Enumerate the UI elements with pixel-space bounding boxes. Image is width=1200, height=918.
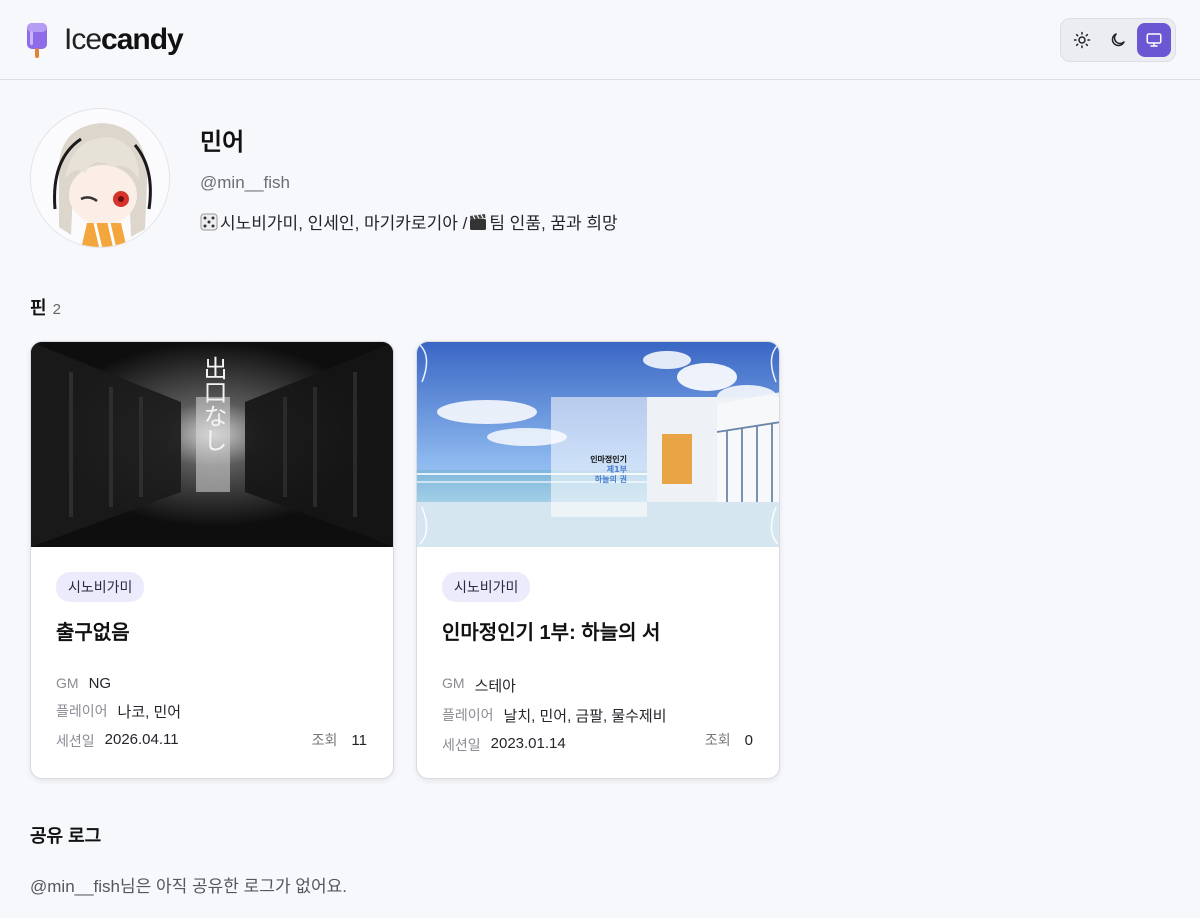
light-theme-button[interactable] [1065, 23, 1099, 57]
players-label: 플레이어 [442, 707, 494, 723]
players-label: 플레이어 [56, 703, 108, 719]
players-value: 나코, 민어 [117, 704, 182, 721]
dice-icon [200, 213, 218, 230]
clapperboard-icon [470, 213, 487, 230]
moon-icon [1111, 32, 1125, 46]
brand-home-link[interactable]: Icecandy [24, 21, 184, 59]
session-date-value: 2023.01.14 [490, 735, 566, 752]
gm-label: GM [442, 675, 465, 691]
theme-toggle [1060, 17, 1176, 62]
brand-name: Icecandy [64, 22, 184, 56]
monitor-icon [1146, 32, 1162, 47]
svg-text:하늘의 권: 하늘의 권 [595, 474, 627, 484]
thumbnail-title: 인마정인기 [590, 454, 627, 464]
profile-name: 민어 [200, 129, 245, 156]
session-date-label: 세션일 [442, 737, 481, 753]
pins-count: 2 [52, 301, 61, 318]
session-date-value: 2026.04.11 [104, 731, 179, 748]
dark-theme-button[interactable] [1101, 23, 1135, 57]
profile-handle: @min__fish [200, 173, 291, 192]
popsicle-icon [27, 22, 47, 58]
session-thumbnail: 出口なし [31, 342, 393, 547]
session-date-label: 세션일 [56, 733, 95, 749]
system-tag[interactable]: 시노비가미 [442, 572, 531, 602]
svg-text:제1부: 제1부 [607, 464, 628, 474]
session-card[interactable]: 出口なし 시노비가미 출구없음 GM NG 플레이어 나코, 민어 세션일 2026.… [30, 341, 394, 779]
bio-text-1: 시노비가미, 인세인, 마기카로기아 / [220, 214, 468, 233]
view-count: 조회 0 [704, 732, 753, 749]
shared-logs-heading: 공유 로그 [30, 826, 102, 846]
avatar [30, 108, 170, 248]
thumbnail-caption: 出口なし [199, 356, 227, 452]
gm-label: GM [56, 675, 79, 691]
session-title: 인마정인기 1부: 하늘의 서 [442, 622, 661, 644]
system-tag[interactable]: 시노비가미 [56, 572, 145, 602]
gm-value: NG [88, 675, 112, 692]
players-value: 날치, 민어, 금팔, 물수제비 [503, 708, 667, 725]
gm-value: 스테아 [474, 678, 516, 695]
shared-logs-empty-message: @min__fish님은 아직 공유한 로그가 없어요. [30, 877, 347, 896]
view-count: 조회 11 [311, 732, 367, 749]
sun-icon [1073, 31, 1091, 48]
session-card[interactable]: 인마정인기 제1부 하늘의 권 시노비가미 인마정인기 1부: 하늘의 서 GM… [416, 341, 780, 779]
bio-text-2: 팀 인품, 꿈과 희망 [489, 214, 618, 233]
session-title: 출구없음 [56, 622, 130, 644]
system-theme-button[interactable] [1137, 22, 1171, 57]
pins-heading: 핀2 [30, 298, 61, 318]
profile-section: 민어 @min__fish 시노비가미, 인세인, 마기카로기아 / 팀 인품,… [30, 108, 618, 248]
pins-list: 出口なし 시노비가미 출구없음 GM NG 플레이어 나코, 민어 세션일 2026.… [30, 341, 780, 779]
top-header: Icecandy [0, 0, 1200, 80]
session-thumbnail: 인마정인기 제1부 하늘의 권 [417, 342, 779, 547]
profile-bio: 시노비가미, 인세인, 마기카로기아 / 팀 인품, 꿈과 희망 [200, 209, 618, 234]
